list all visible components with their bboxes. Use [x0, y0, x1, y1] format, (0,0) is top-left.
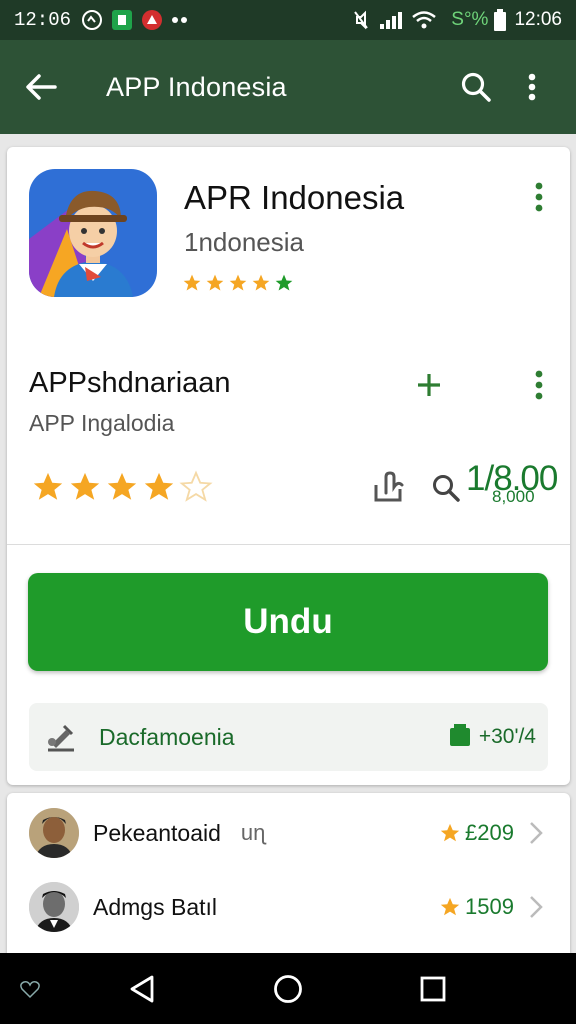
star-icon [440, 823, 460, 842]
navigation-bar [0, 953, 576, 1024]
status-clock-right: 12:06 [514, 9, 562, 30]
info-row[interactable]: Dacfamoenia +30'/4 [29, 703, 548, 771]
detail-subtitle: APP Ingalodia [29, 410, 175, 436]
home-circle-icon[interactable] [258, 959, 318, 1019]
app-subtitle: 1ndonesia [184, 227, 304, 257]
battery-icon [494, 9, 507, 31]
reviewer-extra: uɳ [240, 820, 266, 845]
back-triangle-icon[interactable] [112, 959, 172, 1019]
add-icon[interactable] [409, 365, 449, 405]
tool-icon [41, 717, 81, 757]
app-bar: APP Indonesia [0, 40, 576, 134]
status-time: 12:06 [14, 9, 72, 31]
chevron-right-icon [524, 892, 548, 922]
heart-icon[interactable] [0, 959, 60, 1019]
review-score: £209 [439, 820, 514, 846]
star-icon [33, 472, 63, 500]
app-detail-card: APR Indonesia 1ndonesia APPshdnariaan AP… [7, 147, 570, 785]
star-icon [107, 472, 137, 500]
review-score-value: £209 [465, 820, 514, 845]
star-icon [144, 472, 174, 500]
review-score: 1509 [439, 894, 514, 920]
app-icon[interactable] [29, 169, 157, 297]
store-icon [111, 9, 133, 31]
signal-icon [379, 10, 403, 30]
star-empty-icon [179, 470, 213, 502]
star-icon [70, 472, 100, 500]
review-score-value: 1509 [465, 894, 514, 919]
more-vert-icon[interactable] [525, 177, 553, 217]
search-icon[interactable] [448, 62, 504, 112]
circle-notification-icon [81, 9, 103, 31]
share-icon[interactable] [368, 465, 410, 507]
more-vert-icon[interactable] [504, 62, 560, 112]
star-icon [440, 897, 460, 916]
avatar [29, 882, 79, 932]
app-name: APR Indonesia [184, 179, 405, 216]
info-label: Dacfamoenia [99, 723, 235, 750]
star-icon [229, 274, 247, 291]
badge-icon [447, 723, 473, 751]
divider [7, 544, 570, 545]
more-vert-icon[interactable] [525, 365, 553, 405]
app-notification-icon [141, 9, 163, 31]
detail-rating-stars [31, 470, 213, 504]
install-button[interactable]: Undu [28, 573, 548, 671]
app-bar-title: APP Indonesia [106, 71, 287, 102]
avatar [29, 808, 79, 858]
review-list: Pekeantoaid uɳ £209 Admgs Batıl 1509 [7, 793, 570, 963]
star-icon [183, 274, 201, 291]
more-dots-icon [171, 15, 189, 25]
header-rating-stars [182, 273, 294, 293]
reviewer-name: Admgs Batıl [93, 893, 217, 920]
list-item[interactable]: Pekeantoaid uɳ £209 [7, 797, 570, 869]
detail-name: APPshdnariaan [29, 367, 231, 399]
star-icon [275, 274, 293, 291]
battery-percent: S°% [451, 9, 489, 30]
star-icon [252, 274, 270, 291]
star-icon [206, 274, 224, 291]
status-bar: 12:06 S°% 12:06 [0, 0, 576, 40]
back-arrow-icon[interactable] [16, 62, 66, 112]
rating-count-sub: 8,000 [492, 487, 535, 506]
chevron-right-icon [524, 818, 548, 848]
list-item[interactable]: Admgs Batıl 1509 [7, 871, 570, 943]
mute-icon [351, 9, 371, 31]
recents-square-icon[interactable] [403, 959, 463, 1019]
reviewer-name: Pekeantoaid [93, 819, 221, 846]
info-value: +30'/4 [478, 725, 536, 748]
wifi-icon [411, 10, 437, 30]
search-icon[interactable] [429, 471, 463, 505]
